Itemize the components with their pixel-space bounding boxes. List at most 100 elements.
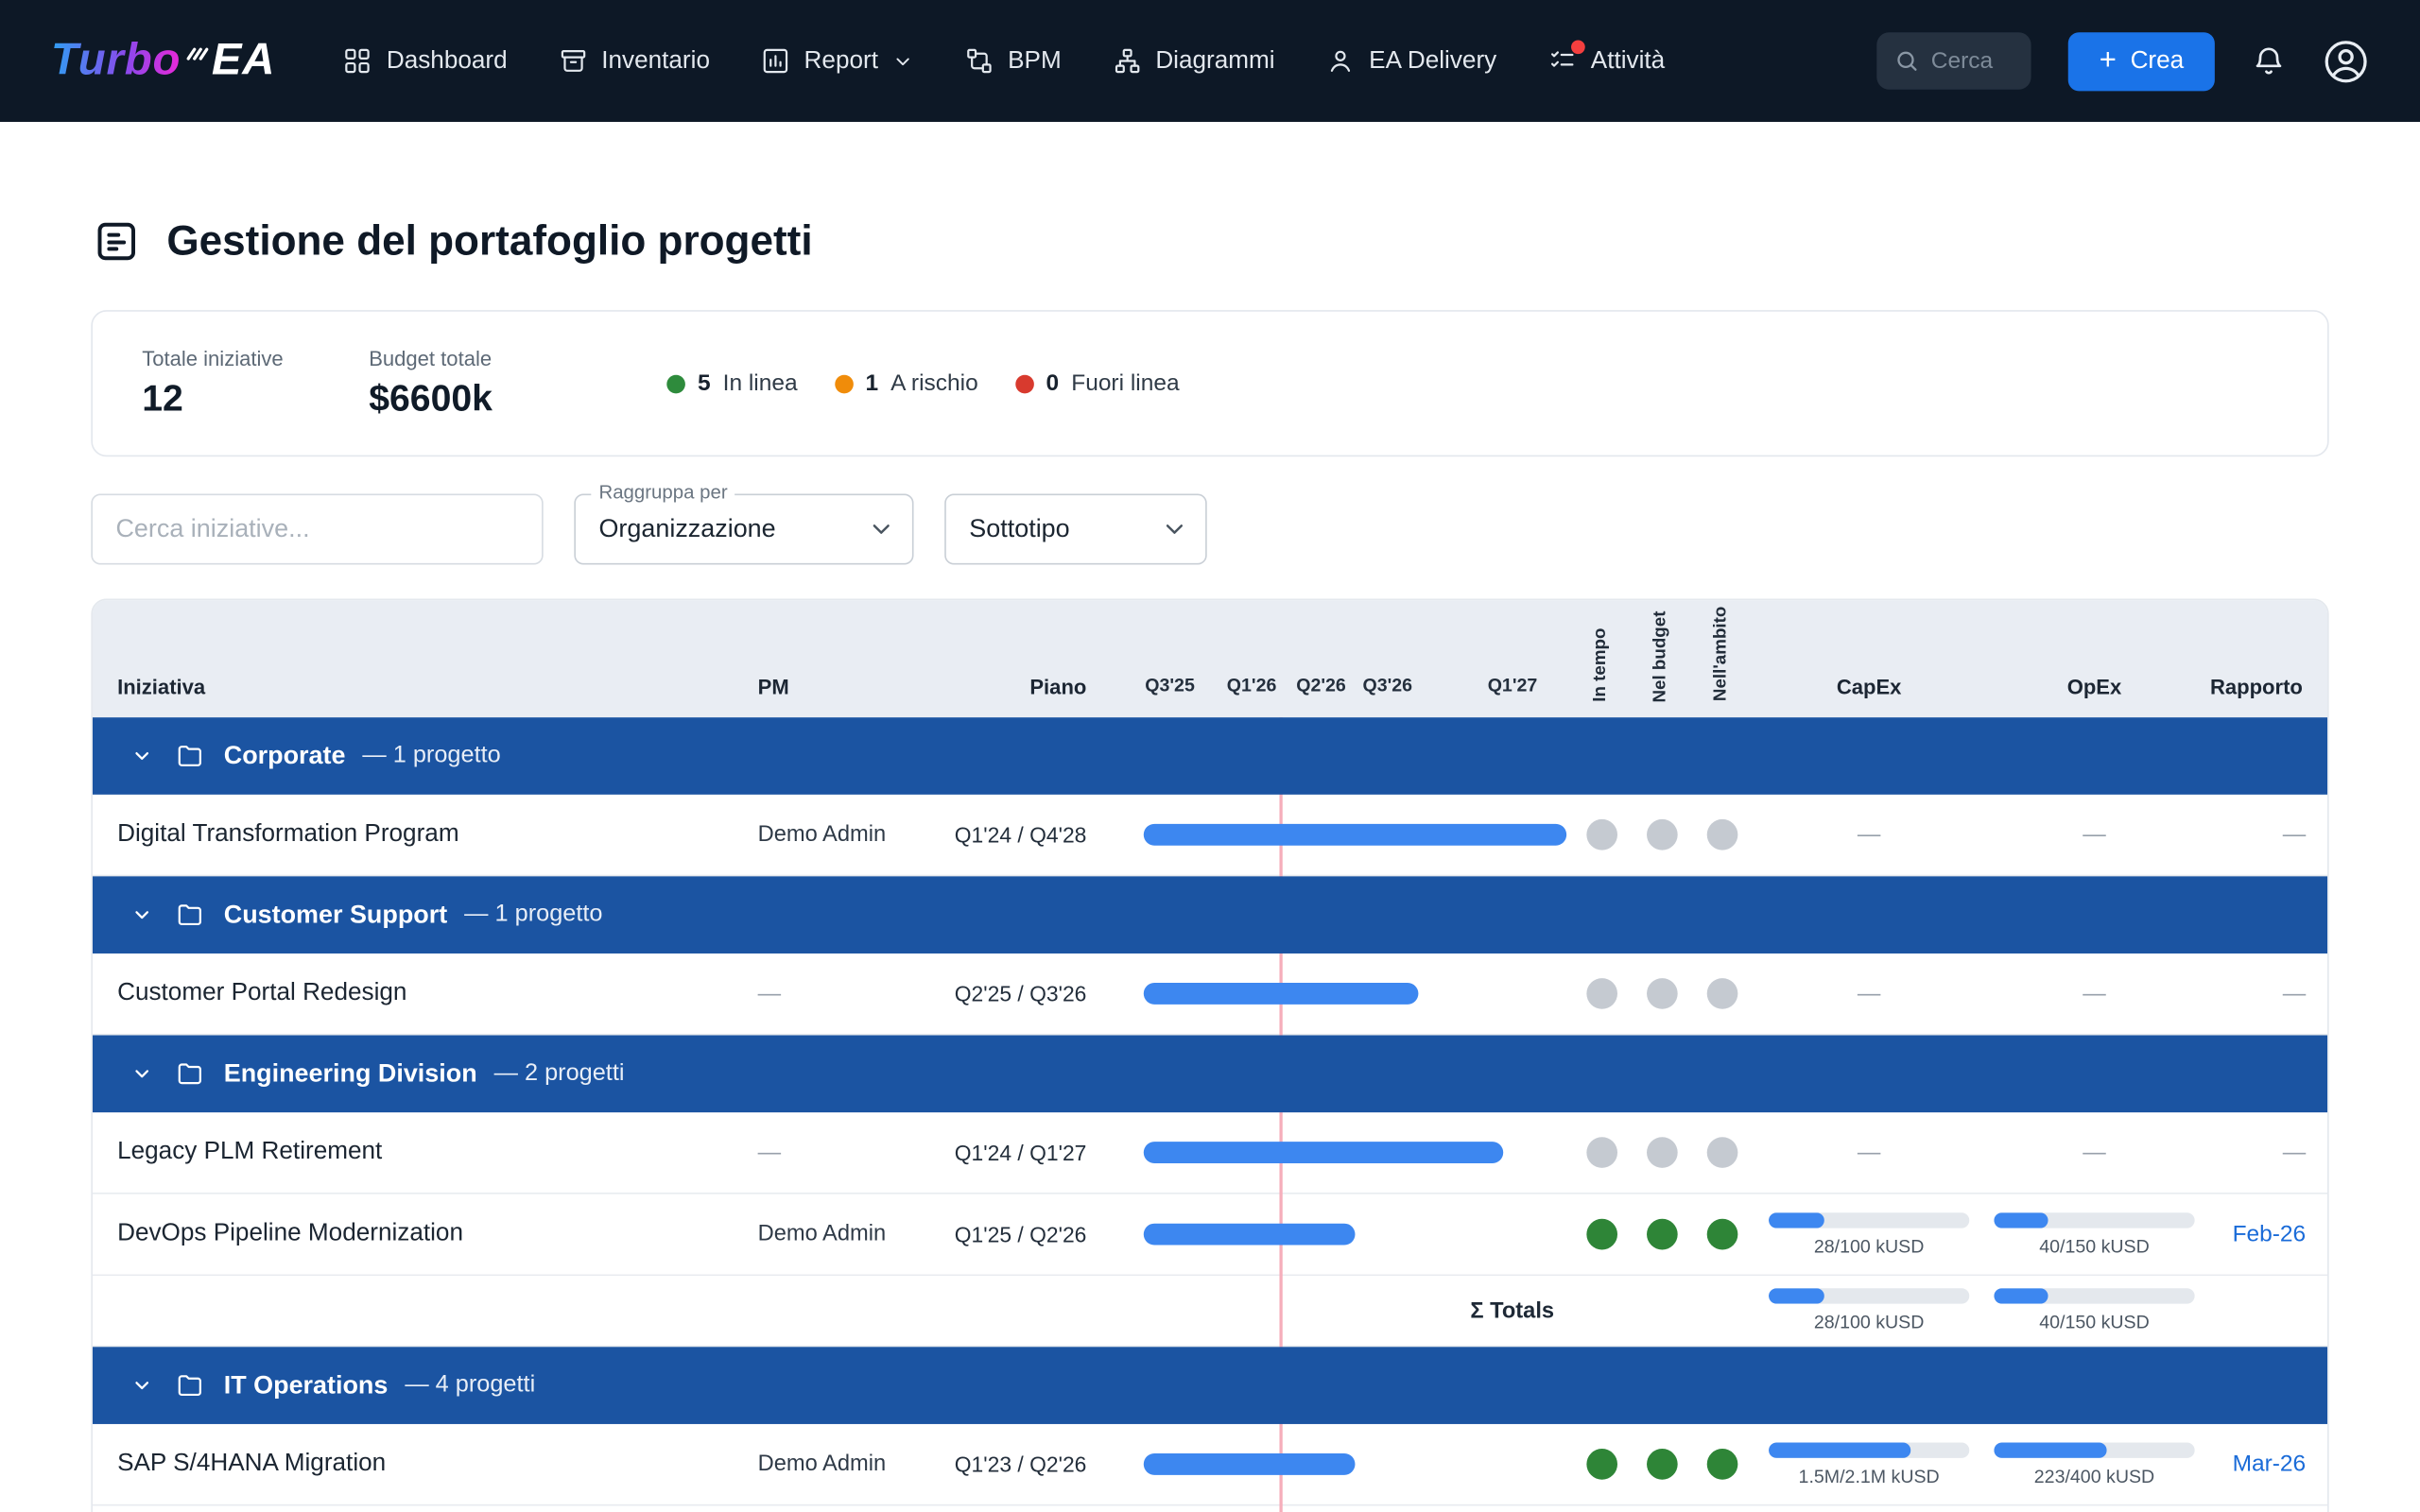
- progress-track: [1769, 1288, 1969, 1303]
- status-dot-on-budget: [1647, 978, 1678, 1009]
- nav-item-inventario[interactable]: Inventario: [559, 46, 710, 76]
- col-header-opex: OpEx: [1994, 676, 2194, 698]
- status-dot-on-time: [1586, 1137, 1617, 1168]
- progress-fill: [1994, 1443, 2106, 1458]
- create-button[interactable]: + Crea: [2068, 31, 2215, 90]
- gantt-bar[interactable]: [1144, 1453, 1356, 1475]
- capex-label: 28/100 kUSD: [1769, 1236, 1969, 1258]
- row-plan: Q1'23 / Q2'26: [947, 1452, 1086, 1476]
- navbar-right-cluster: + Crea: [1877, 31, 2369, 90]
- chevron-down-icon: [131, 746, 153, 767]
- subtype-select[interactable]: Sottotipo: [944, 493, 1207, 564]
- group-count: — 2 progetti: [494, 1060, 625, 1088]
- legend-item-off-track: 0 Fuori linea: [1015, 370, 1180, 397]
- progress-fill: [1994, 1212, 2048, 1228]
- progress-track: [1994, 1212, 2194, 1228]
- nav-item-dashboard[interactable]: Dashboard: [343, 46, 508, 76]
- row-plan: Q1'25 / Q2'26: [947, 1222, 1086, 1246]
- row-pm: Demo Admin: [758, 1222, 887, 1246]
- gantt-bar[interactable]: [1144, 1224, 1356, 1246]
- gantt-bar[interactable]: [1144, 824, 1566, 846]
- nav-label: Report: [804, 47, 878, 75]
- opex-progress: 40/150 kUSD: [1994, 1212, 2194, 1257]
- logo-speed-lines-icon: [187, 44, 209, 78]
- initiative-name: SAP S/4HANA Migration: [117, 1451, 386, 1478]
- progress-fill: [1769, 1443, 1911, 1458]
- table-row[interactable]: DevOps Pipeline Modernization Demo Admin…: [93, 1194, 2327, 1277]
- partial-next-row: [93, 1505, 2327, 1512]
- legend-label: Fuori linea: [1071, 370, 1179, 397]
- capex-progress: 28/100 kUSD: [1769, 1212, 1969, 1257]
- group-name: Corporate: [224, 741, 346, 770]
- report-link[interactable]: Feb-26: [2186, 1221, 2306, 1247]
- stat-value: $6600k: [369, 377, 596, 421]
- global-search-input[interactable]: [1931, 48, 2012, 75]
- nav-label: EA Delivery: [1369, 47, 1496, 75]
- stat-value: 12: [142, 377, 369, 421]
- status-dot-on-time: [1586, 1219, 1617, 1250]
- nav-item-attivita[interactable]: Attività: [1547, 46, 1665, 76]
- progress-fill: [1769, 1288, 1824, 1303]
- org-chart-icon: [1113, 46, 1142, 76]
- status-dot-on-budget: [1647, 1219, 1678, 1250]
- app-logo[interactable]: Turbo EA: [51, 36, 275, 87]
- group-header-engineering-division[interactable]: Engineering Division — 2 progetti: [93, 1036, 2327, 1113]
- progress-fill: [1994, 1288, 2048, 1303]
- table-row[interactable]: Customer Portal Redesign — Q2'25 / Q3'26…: [93, 954, 2327, 1036]
- group-header-corporate[interactable]: Corporate — 1 progetto: [93, 717, 2327, 795]
- opex-totals-label: 40/150 kUSD: [1994, 1312, 2194, 1333]
- row-plan: Q1'24 / Q4'28: [947, 822, 1086, 847]
- group-totals-row: Σ Totals 28/100 kUSD 40/150 kUSD: [93, 1276, 2327, 1347]
- user-avatar-icon[interactable]: [2323, 38, 2369, 84]
- row-pm: —: [758, 981, 781, 1007]
- initiative-search-input[interactable]: [91, 493, 543, 564]
- quarter-tick: Q3'26: [1362, 674, 1412, 696]
- nav-item-report[interactable]: Report: [761, 46, 914, 76]
- stat-label: Totale iniziative: [142, 347, 369, 369]
- col-header-on-budget: Nel budget: [1651, 610, 1670, 702]
- filters-bar: Raggruppa per Organizzazione Sottotipo: [91, 493, 2328, 564]
- capex-value: —: [1769, 821, 1969, 848]
- portfolio-icon: [95, 219, 139, 264]
- group-header-customer-support[interactable]: Customer Support — 1 progetto: [93, 876, 2327, 954]
- nav-item-bpm[interactable]: BPM: [964, 46, 1061, 76]
- legend-label: In linea: [723, 370, 798, 397]
- group-by-select[interactable]: Raggruppa per Organizzazione: [574, 493, 913, 564]
- col-header-pm: PM: [758, 676, 789, 698]
- table-row[interactable]: SAP S/4HANA Migration Demo Admin Q1'23 /…: [93, 1424, 2327, 1506]
- notification-badge: [1571, 40, 1585, 54]
- table-body: Corporate — 1 progetto Digital Transform…: [93, 717, 2327, 1512]
- status-dot-in-scope: [1707, 1137, 1738, 1168]
- legend-count: 5: [698, 370, 711, 397]
- initiative-name: Customer Portal Redesign: [117, 980, 406, 1007]
- bell-icon[interactable]: [2252, 44, 2286, 78]
- page-header: Gestione del portafoglio progetti: [95, 217, 2420, 266]
- workflow-icon: [964, 46, 994, 76]
- page-title: Gestione del portafoglio progetti: [166, 217, 812, 266]
- status-dot-in-scope: [1707, 1449, 1738, 1480]
- capex-value: —: [1769, 1140, 1969, 1166]
- folder-icon: [176, 901, 203, 928]
- status-dot-on-time: [1586, 819, 1617, 850]
- nav-item-ea-delivery[interactable]: EA Delivery: [1325, 46, 1496, 76]
- col-header-capex: CapEx: [1769, 676, 1969, 698]
- status-dot-in-scope: [1707, 978, 1738, 1009]
- initiative-name: Digital Transformation Program: [117, 821, 459, 849]
- group-header-it-operations[interactable]: IT Operations — 4 progetti: [93, 1347, 2327, 1424]
- gantt-bar[interactable]: [1144, 1142, 1503, 1163]
- global-search[interactable]: [1877, 32, 2031, 89]
- quarter-tick: Q1'27: [1488, 674, 1538, 696]
- report-link[interactable]: Mar-26: [2186, 1452, 2306, 1478]
- gantt-bar[interactable]: [1144, 983, 1419, 1005]
- table-row[interactable]: Digital Transformation Program Demo Admi…: [93, 795, 2327, 877]
- nav-item-diagrammi[interactable]: Diagrammi: [1113, 46, 1275, 76]
- report-value: —: [2186, 1140, 2306, 1166]
- group-name: IT Operations: [224, 1371, 389, 1400]
- table-row[interactable]: Legacy PLM Retirement — Q1'24 / Q1'27 — …: [93, 1112, 2327, 1194]
- opex-totals-progress: 40/150 kUSD: [1994, 1288, 2194, 1332]
- chevron-down-icon: [868, 515, 895, 542]
- initiative-name: DevOps Pipeline Modernization: [117, 1220, 463, 1247]
- folder-icon: [176, 1371, 203, 1399]
- legend-item-on-track: 5 In linea: [666, 370, 797, 397]
- initiative-name: Legacy PLM Retirement: [117, 1139, 382, 1166]
